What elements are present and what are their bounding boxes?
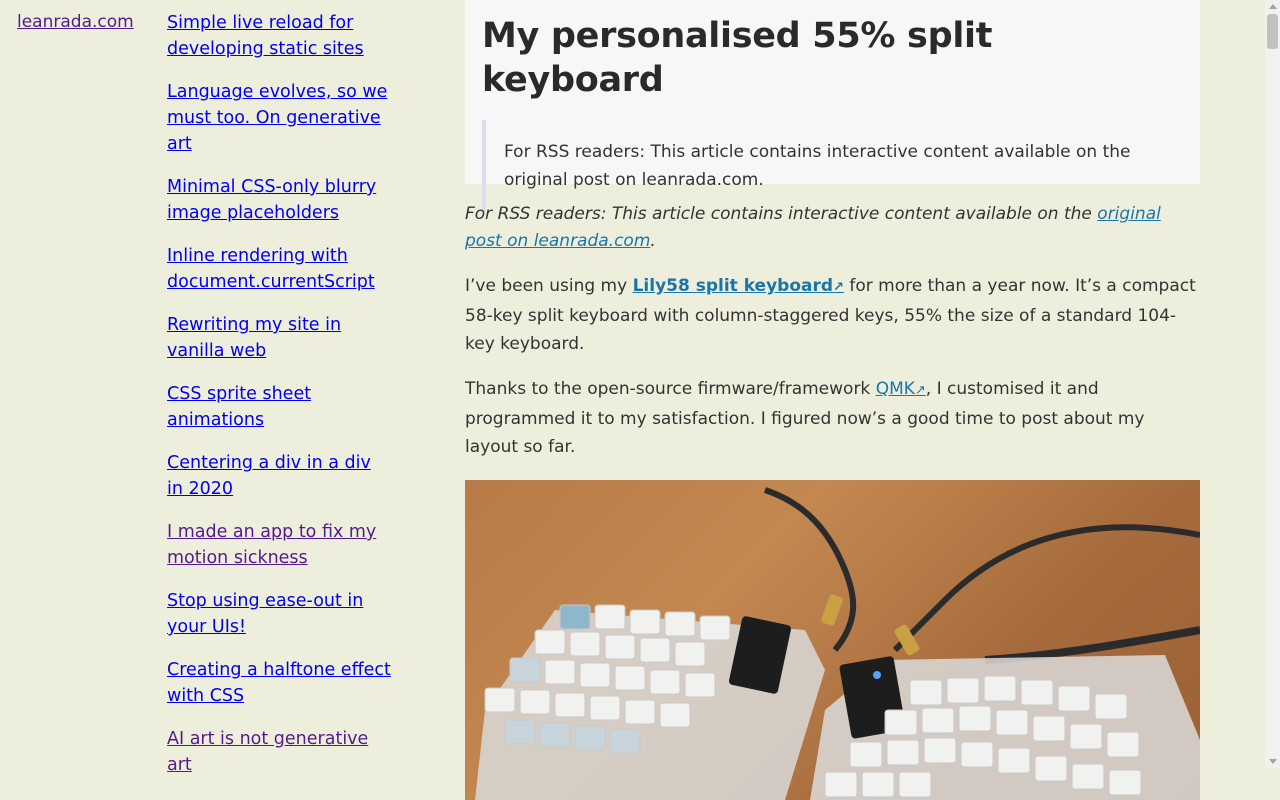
sidebar-item: Inline rendering with document.currentSc… — [167, 243, 392, 295]
sidebar-item: Language evolves, so we must too. On gen… — [167, 79, 392, 157]
sidebar-item: CSS sprite sheet animations — [167, 381, 392, 433]
scrollbar-thumb[interactable] — [1267, 14, 1278, 49]
external-link-icon: ↗ — [833, 280, 844, 295]
sidebar-post-link[interactable]: Rewriting my site in vanilla web — [167, 315, 341, 361]
sidebar-post-link[interactable]: I made an app to fix my motion sickness — [167, 522, 376, 568]
qmk-text: Thanks to the open-source firmware/frame… — [465, 379, 876, 399]
sidebar-item: Simple live reload for developing static… — [167, 10, 392, 62]
external-link-icon: ↗ — [914, 383, 926, 398]
sidebar-post-link[interactable]: Language evolves, so we must too. On gen… — [167, 82, 387, 154]
qmk-link[interactable]: QMK↗ — [876, 379, 926, 399]
rss-notice-suffix: . — [650, 231, 656, 251]
site-home-link[interactable]: leanrada.com — [17, 10, 134, 34]
sidebar-item: I made an app to fix my motion sickness — [167, 519, 392, 571]
sidebar-item: Minimal CSS-only blurry image placeholde… — [167, 174, 392, 226]
rss-notice: For RSS readers: This article contains i… — [465, 201, 1200, 255]
sidebar-item: Rewriting my site in vanilla web — [167, 312, 392, 364]
sidebar-post-link[interactable]: Simple live reload for developing static… — [167, 13, 364, 59]
sidebar-post-link[interactable]: Centering a div in a div in 2020 — [167, 453, 371, 499]
sidebar-item: Stop using ease-out in your UIs! — [167, 588, 392, 640]
lily58-link[interactable]: Lily58 split keyboard↗ — [633, 276, 844, 296]
sidebar-post-link[interactable]: Inline rendering with document.currentSc… — [167, 246, 375, 292]
sidebar-post-link[interactable]: Minimal CSS-only blurry image placeholde… — [167, 177, 376, 223]
qmk-link-label: QMK — [875, 379, 915, 399]
sidebar-item: Centering a div in a div in 2020 — [167, 450, 392, 502]
lily58-link-label: Lily58 split keyboard — [632, 276, 834, 296]
rss-notice-text: For RSS readers: This article contains i… — [465, 204, 1098, 224]
sidebar-post-link[interactable]: Stop using ease-out in your UIs! — [167, 591, 363, 637]
page-scrollbar[interactable] — [1265, 0, 1280, 768]
sidebar-item: Creating a halftone effect with CSS — [167, 657, 392, 709]
sidebar-post-list: Simple live reload for developing static… — [167, 10, 392, 795]
keyboard-photo — [465, 480, 1200, 800]
sidebar-post-link[interactable]: AI art is not generative art — [167, 729, 368, 775]
scroll-down-icon[interactable] — [1269, 759, 1277, 764]
sidebar-post-link[interactable]: Creating a halftone effect with CSS — [167, 660, 391, 706]
article-title: My personalised 55% split keyboard — [482, 16, 993, 100]
keyboard-photo-illustration — [475, 487, 1200, 800]
intro-text: I’ve been using my — [465, 276, 633, 296]
qmk-paragraph: Thanks to the open-source firmware/frame… — [465, 375, 1200, 461]
sidebar-post-link[interactable]: CSS sprite sheet animations — [167, 384, 311, 430]
intro-paragraph: I’ve been using my Lily58 split keyboard… — [465, 272, 1200, 358]
sidebar-item: AI art is not generative art — [167, 726, 392, 778]
article: My personalised 55% split keyboard For R… — [465, 0, 1200, 800]
rss-quote: For RSS readers: This article contains i… — [482, 120, 1183, 212]
scroll-up-icon[interactable] — [1269, 4, 1277, 9]
article-header: My personalised 55% split keyboard For R… — [465, 0, 1200, 212]
